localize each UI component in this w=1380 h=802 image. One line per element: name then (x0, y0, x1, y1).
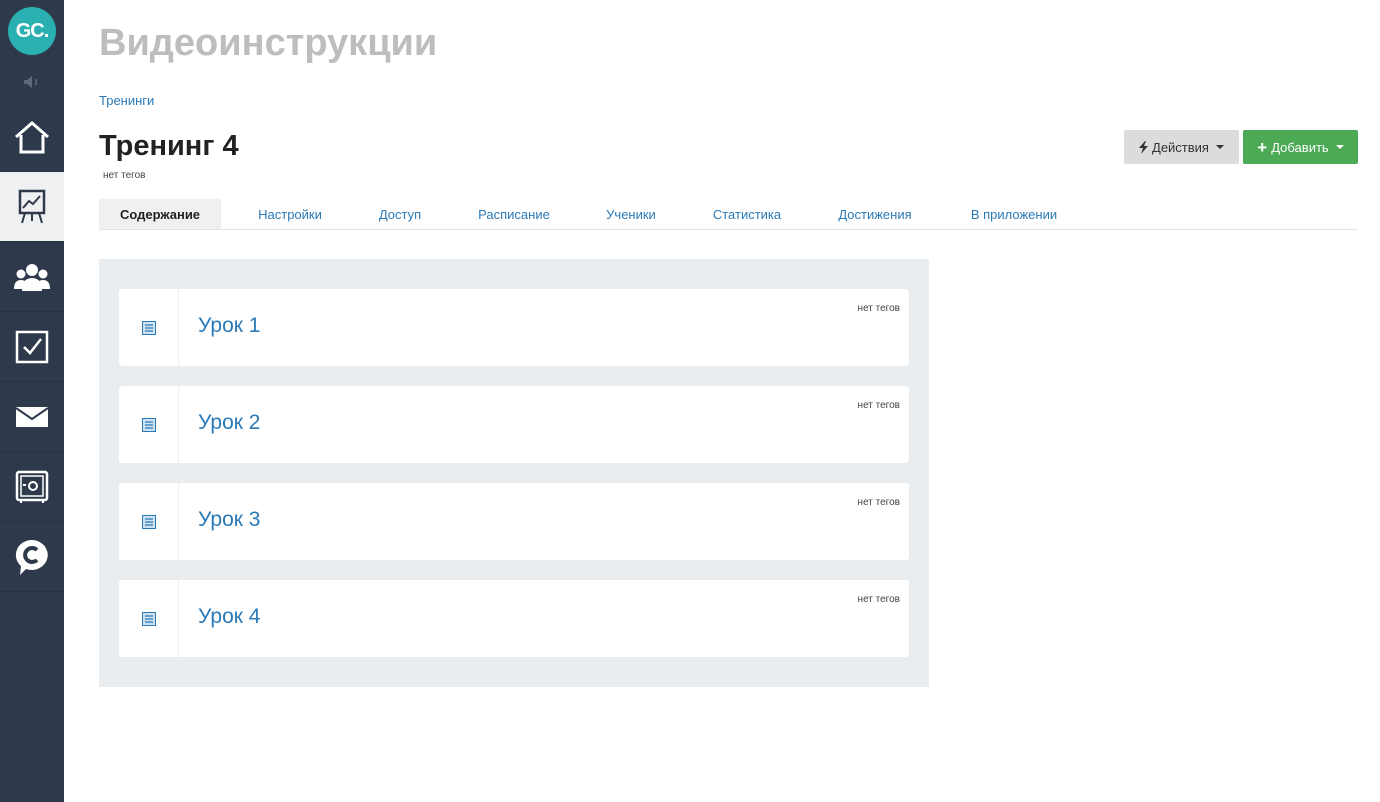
lesson-tags: нет тегов (857, 400, 900, 411)
sidebar-item-chat[interactable] (0, 522, 64, 592)
lesson-type (119, 289, 179, 366)
logo[interactable]: GC. (0, 0, 64, 62)
training-title: Тренинг 4 (99, 130, 239, 162)
chat-c-icon (15, 539, 48, 575)
lesson-type (119, 483, 179, 560)
users-icon (14, 263, 50, 291)
mail-icon (15, 406, 49, 427)
training-board-icon (18, 189, 46, 223)
tab-students[interactable]: Ученики (595, 199, 667, 229)
tasks-checkbox-icon (15, 330, 49, 363)
list-item[interactable]: Урок 3 нет тегов (119, 483, 909, 560)
safe-icon (15, 470, 49, 503)
tab-statistics[interactable]: Статистика (703, 199, 791, 229)
list-item[interactable]: Урок 1 нет тегов (119, 289, 909, 366)
lesson-tags: нет тегов (857, 594, 900, 605)
tab-access[interactable]: Доступ (367, 199, 433, 229)
document-icon (141, 514, 156, 529)
lesson-tags: нет тегов (857, 497, 900, 508)
actions-button[interactable]: Действия (1124, 130, 1239, 164)
add-button-label: Добавить (1271, 139, 1329, 155)
document-icon (141, 320, 156, 335)
document-icon (141, 417, 156, 432)
tab-content[interactable]: Содержание (99, 199, 221, 229)
sidebar-item-tasks[interactable] (0, 312, 64, 382)
tab-schedule[interactable]: Расписание (467, 199, 561, 229)
tab-in-app[interactable]: В приложении (961, 199, 1067, 229)
lesson-title[interactable]: Урок 4 (198, 605, 260, 629)
list-item[interactable]: Урок 4 нет тегов (119, 580, 909, 657)
sidebar-item-home[interactable] (0, 102, 64, 172)
sidebar-item-safe[interactable] (0, 452, 64, 522)
tab-achievements[interactable]: Достижения (827, 199, 923, 229)
home-icon (15, 120, 49, 153)
lesson-title[interactable]: Урок 3 (198, 508, 260, 532)
add-button[interactable]: + Добавить (1243, 130, 1358, 164)
lesson-tags: нет тегов (857, 303, 900, 314)
lesson-type (119, 386, 179, 463)
breadcrumb[interactable]: Тренинги (99, 93, 154, 108)
list-item[interactable]: Урок 2 нет тегов (119, 386, 909, 463)
logo-badge: GC. (8, 7, 56, 55)
page-title: Видеоинструкции (99, 22, 438, 64)
tab-settings[interactable]: Настройки (240, 199, 340, 229)
lesson-title[interactable]: Урок 2 (198, 411, 260, 435)
sidebar: GC. (0, 0, 64, 802)
actions-button-label: Действия (1152, 139, 1209, 155)
tab-bar: Содержание Настройки Доступ Расписание У… (99, 199, 1358, 230)
sidebar-item-users[interactable] (0, 242, 64, 312)
lesson-type (119, 580, 179, 657)
lesson-title[interactable]: Урок 1 (198, 314, 260, 338)
chevron-down-icon (1335, 145, 1344, 149)
training-tags: нет тегов (103, 170, 146, 181)
sidebar-item-messages[interactable] (0, 382, 64, 452)
lightning-icon (1139, 140, 1149, 154)
document-icon (141, 611, 156, 626)
chevron-down-icon (1215, 145, 1224, 149)
plus-icon: + (1257, 137, 1268, 157)
lesson-list: Урок 1 нет тегов Урок 2 нет тегов Урок 3… (99, 259, 929, 687)
sidebar-item-trainings[interactable] (0, 172, 64, 242)
notifications-icon[interactable] (0, 66, 64, 98)
